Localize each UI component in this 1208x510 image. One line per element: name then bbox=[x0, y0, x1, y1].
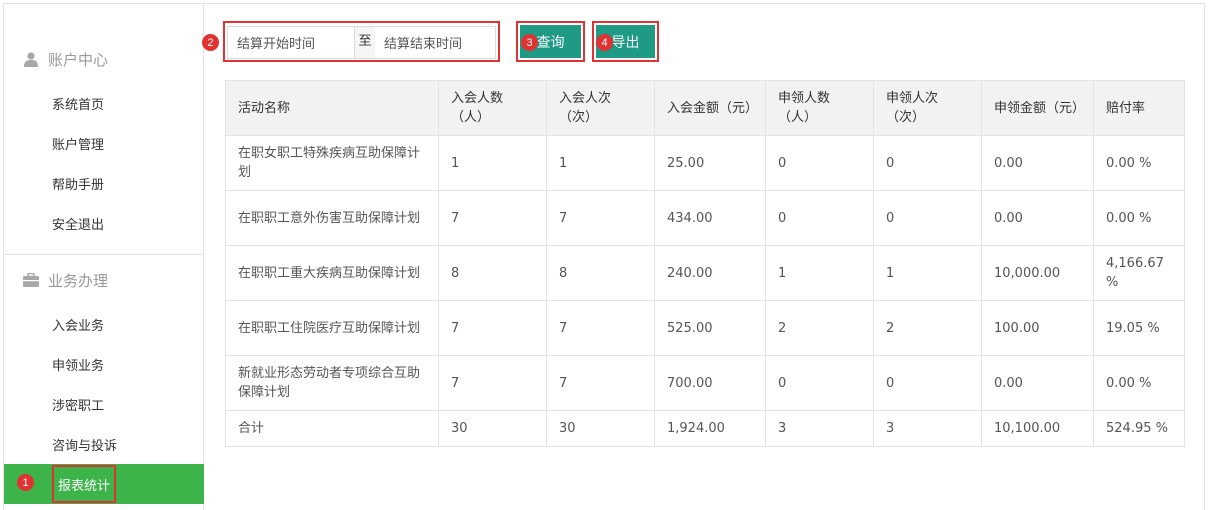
cell: 7 bbox=[546, 190, 655, 246]
header-activity-name: 活动名称 bbox=[225, 80, 439, 136]
cell: 434.00 bbox=[654, 190, 766, 246]
section-business: 业务办理 bbox=[4, 260, 204, 300]
cell: 0 bbox=[873, 190, 982, 246]
cell: 1 bbox=[438, 135, 547, 191]
date-range-separator: 至 bbox=[355, 26, 375, 59]
sidebar-divider bbox=[4, 254, 204, 255]
table-row: 在职女职工特殊疾病互助保障计划 1 1 25.00 0 0 0.00 0.00 … bbox=[225, 135, 1185, 191]
section-title: 业务办理 bbox=[48, 271, 109, 290]
table-header-row: 活动名称 入会人数（人） 入会人次（次） 入会金额（元） 申领人数（人） 申领人… bbox=[225, 80, 1185, 136]
header-claim-count: 申领人数（人） bbox=[765, 80, 874, 136]
cell: 7 bbox=[438, 300, 547, 356]
cell: 7 bbox=[546, 300, 655, 356]
cell: 1 bbox=[765, 245, 874, 301]
header-member-amount: 入会金额（元） bbox=[654, 80, 766, 136]
sidebar: 账户中心 系统首页 账户管理 帮助手册 安全退出 业务办理 入会业务 申领业务 … bbox=[4, 4, 204, 510]
cell: 0 bbox=[873, 355, 982, 411]
cell: 0.00 % bbox=[1093, 355, 1185, 411]
header-member-count: 入会人数（人） bbox=[438, 80, 547, 136]
date-range-picker: 结算开始时间 至 结算结束时间 bbox=[223, 21, 500, 62]
cell: 3 bbox=[765, 410, 874, 447]
cell-activity-name: 在职女职工特殊疾病互助保障计划 bbox=[225, 135, 439, 191]
cell-activity-name: 在职职工住院医疗互助保障计划 bbox=[225, 300, 439, 356]
cell: 0.00 bbox=[981, 190, 1094, 246]
sidebar-item-membership[interactable]: 入会业务 bbox=[4, 304, 204, 344]
cell: 0.00 % bbox=[1093, 190, 1185, 246]
sidebar-item-home[interactable]: 系统首页 bbox=[4, 83, 204, 123]
table-row: 在职职工住院医疗互助保障计划 7 7 525.00 2 2 100.00 19.… bbox=[225, 300, 1185, 356]
table-row: 在职职工意外伤害互助保障计划 7 7 434.00 0 0 0.00 0.00 … bbox=[225, 190, 1185, 246]
cell: 1 bbox=[873, 245, 982, 301]
cell: 524.95 % bbox=[1093, 410, 1185, 447]
sidebar-item-account-management[interactable]: 账户管理 bbox=[4, 123, 204, 163]
cell: 0 bbox=[765, 190, 874, 246]
sidebar-item-logout[interactable]: 安全退出 bbox=[4, 203, 204, 243]
cell-activity-name: 在职职工重大疾病互助保障计划 bbox=[225, 245, 439, 301]
cell: 1,924.00 bbox=[654, 410, 766, 447]
cell: 8 bbox=[438, 245, 547, 301]
report-table: 活动名称 入会人数（人） 入会人次（次） 入会金额（元） 申领人数（人） 申领人… bbox=[225, 80, 1185, 447]
header-payout-rate: 赔付率 bbox=[1093, 80, 1185, 136]
sidebar-item-report-statistics[interactable]: 报表统计 bbox=[4, 464, 204, 504]
cell: 7 bbox=[546, 355, 655, 411]
step-badge-2: 2 bbox=[202, 34, 219, 51]
cell-total-label: 合计 bbox=[225, 410, 439, 447]
header-claim-amount: 申领金额（元） bbox=[981, 80, 1094, 136]
step-badge-4: 4 bbox=[596, 34, 613, 51]
cell-activity-name: 在职职工意外伤害互助保障计划 bbox=[225, 190, 439, 246]
header-member-times: 入会人次（次） bbox=[546, 80, 655, 136]
cell: 30 bbox=[546, 410, 655, 447]
cell: 0 bbox=[765, 355, 874, 411]
cell: 25.00 bbox=[654, 135, 766, 191]
cell: 0 bbox=[873, 135, 982, 191]
cell: 2 bbox=[873, 300, 982, 356]
cell: 19.05 % bbox=[1093, 300, 1185, 356]
cell: 0 bbox=[765, 135, 874, 191]
step-badge-1: 1 bbox=[17, 474, 34, 491]
cell: 7 bbox=[438, 355, 547, 411]
cell: 30 bbox=[438, 410, 547, 447]
cell: 8 bbox=[546, 245, 655, 301]
cell: 0.00 % bbox=[1093, 135, 1185, 191]
end-date-input[interactable]: 结算结束时间 bbox=[375, 26, 496, 59]
cell-activity-name: 新就业形态劳动者专项综合互助保障计划 bbox=[225, 355, 439, 411]
cell: 100.00 bbox=[981, 300, 1094, 356]
cell: 4,166.67 % bbox=[1093, 245, 1185, 301]
cell: 2 bbox=[765, 300, 874, 356]
cell: 3 bbox=[873, 410, 982, 447]
cell: 10,100.00 bbox=[981, 410, 1094, 447]
table-row: 在职职工重大疾病互助保障计划 8 8 240.00 1 1 10,000.00 … bbox=[225, 245, 1185, 301]
sidebar-item-classified-staff[interactable]: 涉密职工 bbox=[4, 384, 204, 424]
cell: 0.00 bbox=[981, 355, 1094, 411]
cell: 0.00 bbox=[981, 135, 1094, 191]
table-total-row: 合计 30 30 1,924.00 3 3 10,100.00 524.95 % bbox=[225, 410, 1185, 447]
start-date-input[interactable]: 结算开始时间 bbox=[227, 26, 355, 59]
cell: 1 bbox=[546, 135, 655, 191]
table-row: 新就业形态劳动者专项综合互助保障计划 7 7 700.00 0 0 0.00 0… bbox=[225, 355, 1185, 411]
header-claim-times: 申领人次（次） bbox=[873, 80, 982, 136]
sidebar-item-consult-complaint[interactable]: 咨询与投诉 bbox=[4, 424, 204, 464]
cell: 525.00 bbox=[654, 300, 766, 356]
cell: 7 bbox=[438, 190, 547, 246]
briefcase-icon bbox=[22, 271, 40, 289]
sidebar-item-help-manual[interactable]: 帮助手册 bbox=[4, 163, 204, 203]
cell: 10,000.00 bbox=[981, 245, 1094, 301]
cell: 240.00 bbox=[654, 245, 766, 301]
active-item-highlight: 报表统计 bbox=[52, 465, 117, 503]
section-account-center: 账户中心 bbox=[4, 39, 204, 79]
cell: 700.00 bbox=[654, 355, 766, 411]
section-title: 账户中心 bbox=[48, 50, 109, 69]
user-icon bbox=[22, 50, 40, 68]
sidebar-item-claims[interactable]: 申领业务 bbox=[4, 344, 204, 384]
step-badge-3: 3 bbox=[521, 34, 538, 51]
